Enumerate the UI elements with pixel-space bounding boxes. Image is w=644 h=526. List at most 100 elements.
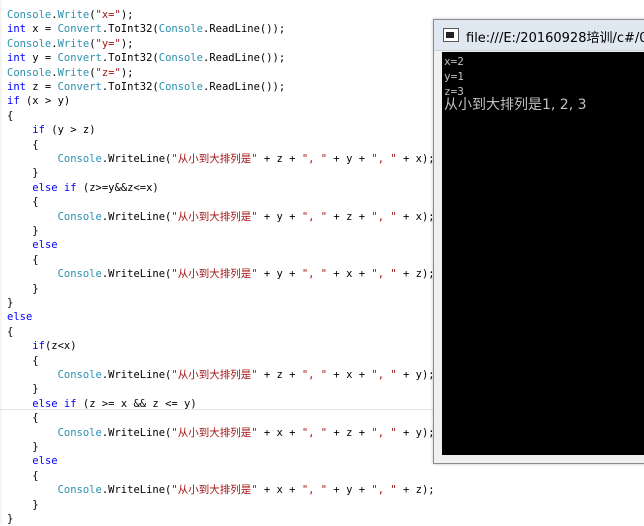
code-line[interactable]: }	[7, 166, 39, 180]
code-token: Console	[57, 153, 102, 165]
code-token: "从小到大排列是"	[171, 484, 258, 497]
code-line[interactable]: if (x > y)	[7, 94, 70, 108]
code-token: "从小到大排列是"	[171, 153, 258, 165]
code-line[interactable]: Console.WriteLine("从小到大排列是" + z + ", " +…	[7, 368, 435, 382]
code-line[interactable]: {	[7, 109, 13, 123]
code-token: Console	[7, 66, 52, 79]
code-line[interactable]: }	[7, 224, 38, 238]
code-token: Convert	[57, 81, 102, 93]
code-token: int	[7, 23, 26, 36]
code-line[interactable]: else	[7, 238, 57, 252]
code-line[interactable]: }	[7, 512, 13, 526]
code-token: .WriteLine(	[101, 426, 172, 439]
code-token: .ToInt32(	[101, 23, 159, 36]
code-token: }	[7, 513, 14, 525]
code-token: + y +	[327, 484, 372, 497]
code-token: Console	[57, 426, 102, 439]
code-token: {	[7, 253, 39, 266]
code-token: .WriteLine(	[101, 268, 172, 281]
code-token: + x);	[396, 153, 435, 165]
code-line[interactable]: Console.Write("x=");	[7, 8, 133, 22]
code-token: Console	[57, 210, 102, 223]
code-line[interactable]: }	[7, 296, 13, 310]
code-token: Console	[57, 268, 102, 281]
code-token: + x +	[327, 369, 372, 381]
code-line[interactable]: Console.WriteLine("从小到大排列是" + y + ", " +…	[7, 267, 435, 281]
code-token: "从小到大排列是"	[171, 369, 258, 381]
code-line[interactable]: }	[7, 282, 38, 296]
code-line[interactable]: Console.Write("y=");	[7, 37, 133, 51]
code-token: (z>=y&&z<=x)	[76, 181, 159, 194]
code-line[interactable]: Console.WriteLine("从小到大排列是" + y + ", " +…	[7, 210, 435, 224]
editor-margin	[0, 0, 2, 525]
code-line[interactable]: {	[7, 354, 39, 368]
code-token: z =	[25, 81, 58, 93]
code-token: + z);	[396, 268, 435, 281]
code-line[interactable]: {	[7, 469, 38, 483]
code-token: ", "	[301, 210, 328, 223]
code-line[interactable]: else if (z>=y&&z<=x)	[7, 181, 159, 195]
code-token: ", "	[301, 153, 328, 165]
code-token: + x +	[257, 426, 302, 439]
console-output-area[interactable]: x=2 y=1 z=3 从小到大排列是1, 2, 3	[442, 52, 644, 455]
code-line[interactable]: Console.Write("z=");	[7, 66, 133, 80]
code-token: ", "	[371, 210, 397, 223]
code-line[interactable]: int y = Convert.ToInt32(Console.ReadLine…	[7, 51, 285, 65]
code-line[interactable]: {	[7, 253, 39, 267]
code-line[interactable]: if(z<x)	[7, 339, 76, 353]
code-token: {	[7, 138, 39, 151]
code-line[interactable]: }	[7, 440, 38, 454]
code-token: + z +	[327, 210, 372, 223]
code-line[interactable]: else	[7, 310, 32, 324]
code-token: }	[7, 167, 39, 180]
code-token: .WriteLine(	[101, 210, 172, 223]
code-line[interactable]: {	[7, 138, 39, 152]
code-token: + y);	[396, 369, 435, 381]
code-line[interactable]: {	[7, 411, 39, 425]
code-token: (y > z)	[44, 124, 96, 137]
code-line[interactable]: else	[7, 454, 57, 468]
code-token: Console	[158, 81, 204, 93]
code-line[interactable]: int z = Convert.ToInt32(Console.ReadLine…	[7, 80, 285, 94]
code-token: + x +	[327, 268, 372, 281]
code-token: + y +	[257, 268, 302, 281]
code-line[interactable]: {	[7, 325, 13, 339]
code-token: {	[7, 325, 14, 338]
code-token: + y);	[396, 426, 435, 439]
code-token: ", "	[301, 369, 328, 381]
code-line[interactable]: int x = Convert.ToInt32(Console.ReadLine…	[7, 22, 285, 36]
code-line[interactable]: {	[7, 195, 38, 209]
code-line[interactable]: Console.WriteLine("从小到大排列是" + x + ", " +…	[7, 426, 435, 440]
code-line[interactable]: Console.WriteLine("从小到大排列是" + z + ", " +…	[7, 152, 435, 166]
code-token: {	[7, 109, 14, 122]
console-title: file:///E:/20160928培训/c#/0930	[466, 31, 644, 46]
code-token: + y +	[257, 210, 302, 223]
code-token: {	[7, 354, 39, 367]
code-token: );	[120, 66, 134, 79]
code-token: .ReadLine());	[203, 23, 286, 36]
console-window[interactable]: file:///E:/20160928培训/c#/0930 x=2 y=1 z=…	[433, 19, 644, 464]
code-line[interactable]: if (y > z)	[7, 123, 96, 137]
code-token: ", "	[371, 369, 397, 381]
code-line[interactable]: }	[7, 498, 38, 512]
code-token: "x="	[95, 9, 121, 21]
code-token: .ReadLine());	[203, 81, 286, 93]
code-token: (z >= x && z <= y)	[76, 397, 197, 410]
code-token: else if	[32, 181, 77, 194]
console-output-line: x=2	[444, 55, 464, 68]
code-token: Console	[57, 369, 102, 381]
code-token: {	[7, 412, 39, 425]
code-line[interactable]: }	[7, 382, 39, 396]
code-token: }	[7, 383, 39, 396]
code-line[interactable]: Console.WriteLine("从小到大排列是" + x + ", " +…	[7, 483, 435, 497]
code-token: + z +	[257, 153, 302, 165]
console-titlebar[interactable]: file:///E:/20160928培训/c#/0930	[434, 20, 644, 51]
